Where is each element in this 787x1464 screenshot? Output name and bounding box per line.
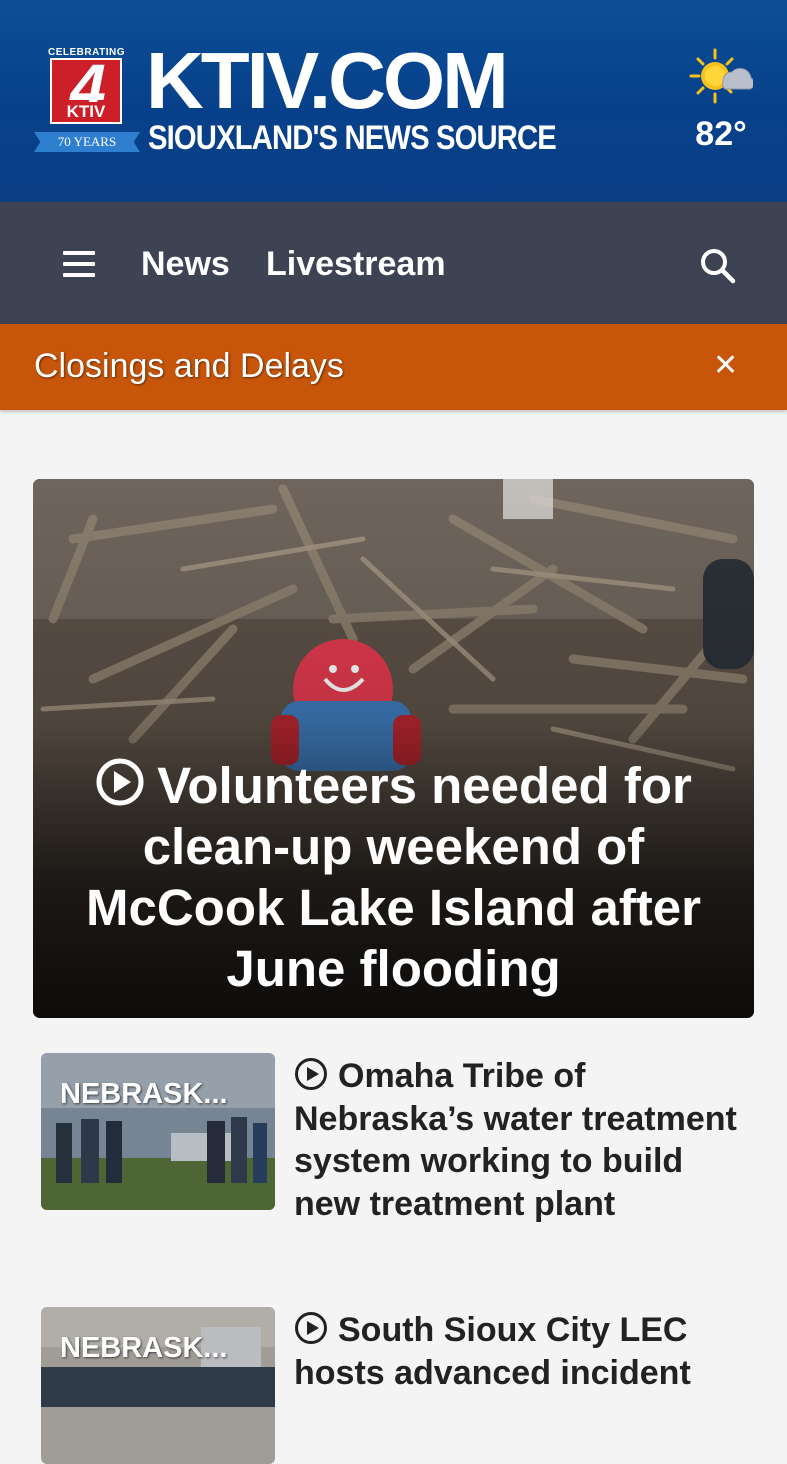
site-title[interactable]: KTIV.COM — [146, 36, 509, 126]
sun-cloud-icon — [689, 48, 753, 104]
hero-story[interactable]: Volunteers needed for clean-up weekend o… — [33, 479, 754, 1018]
alert-label[interactable]: Closings and Delays — [34, 344, 344, 388]
site-tagline: SIOUXLAND'S NEWS SOURCE — [148, 119, 557, 157]
weather-temperature: 82° — [695, 115, 747, 153]
hamburger-menu-icon[interactable] — [63, 251, 95, 277]
nav-item-livestream[interactable]: Livestream — [266, 242, 446, 286]
logo-badge: 4 KTIV — [50, 54, 122, 124]
story-headline-text: Omaha Tribe of Nebraska’s water treatmen… — [294, 1057, 737, 1223]
story-item[interactable]: NEBRASK... South Sioux City LEC hosts ad… — [41, 1307, 741, 1464]
play-circle-icon — [96, 758, 144, 806]
closings-alert-banner[interactable]: Closings and Delays ✕ — [0, 324, 787, 410]
weather-widget[interactable]: 82° — [689, 48, 753, 152]
story-headline-text: South Sioux City LEC hosts advanced inci… — [294, 1311, 691, 1392]
search-icon[interactable] — [699, 247, 737, 285]
nav-item-news[interactable]: News — [141, 242, 230, 286]
story-thumbnail[interactable]: NEBRASK... — [41, 1053, 275, 1210]
play-circle-icon — [295, 1058, 327, 1090]
story-category-label: NEBRASK... — [60, 1078, 228, 1110]
site-header: CELEBRATING 4 KTIV 70 YEARS KTIV.COM SIO… — [0, 0, 787, 202]
hero-headline[interactable]: Volunteers needed for clean-up weekend o… — [57, 755, 730, 999]
play-circle-icon — [295, 1312, 327, 1344]
logo-call-letters: KTIV — [52, 102, 120, 122]
logo-anniversary-ribbon: 70 YEARS — [34, 132, 140, 152]
ktiv-logo[interactable]: CELEBRATING 4 KTIV 70 YEARS — [34, 46, 140, 152]
close-icon[interactable]: ✕ — [713, 351, 738, 381]
story-thumbnail[interactable]: NEBRASK... — [41, 1307, 275, 1464]
main-nav: News Livestream — [0, 202, 787, 324]
hero-headline-text: Volunteers needed for clean-up weekend o… — [85, 757, 701, 997]
logo-years: 70 YEARS — [57, 134, 117, 149]
story-item[interactable]: NEBRASK... Omaha Tribe of Nebraska’s wat… — [41, 1053, 741, 1225]
story-category-label: NEBRASK... — [60, 1332, 228, 1364]
